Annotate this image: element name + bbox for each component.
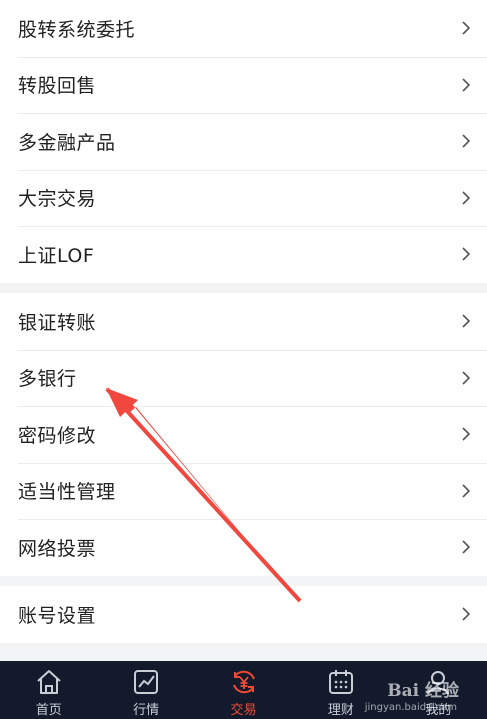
menu-item-label: 上证LOF bbox=[18, 244, 95, 267]
menu-group-account: 银证转账 多银行 密码修改 适当性管理 网络投票 bbox=[0, 293, 487, 576]
watermark-url: jingyan.baidu.com bbox=[364, 702, 457, 713]
home-icon bbox=[37, 670, 61, 694]
tab-label: 行情 bbox=[133, 703, 160, 718]
menu-item-label: 多金融产品 bbox=[18, 131, 116, 154]
menu-group-settings: 账号设置 bbox=[0, 586, 487, 643]
menu-item-label: 适当性管理 bbox=[18, 481, 116, 504]
tab-label: 理财 bbox=[327, 703, 354, 718]
menu-item-bank-securities-transfer[interactable]: 银证转账 bbox=[0, 293, 487, 350]
menu-item-change-password[interactable]: 密码修改 bbox=[0, 406, 487, 463]
tab-home[interactable]: 首页 bbox=[0, 661, 97, 719]
tab-label: 首页 bbox=[35, 703, 62, 718]
menu-item-label: 转股回售 bbox=[18, 75, 97, 98]
tab-market[interactable]: 行情 bbox=[97, 661, 194, 719]
menu-group-trading: 股转系统委托 转股回售 多金融产品 大宗交易 上证LOF bbox=[0, 0, 487, 283]
menu-item-label: 账号设置 bbox=[18, 604, 97, 627]
chevron-right-icon bbox=[462, 371, 471, 385]
chevron-right-icon bbox=[462, 427, 471, 441]
menu-item-block-trade[interactable]: 大宗交易 bbox=[0, 169, 487, 227]
menu-item-label: 大宗交易 bbox=[18, 188, 97, 211]
watermark-brand: Bai 经验 bbox=[387, 681, 459, 701]
chevron-right-icon bbox=[462, 540, 471, 554]
calendar-icon bbox=[328, 670, 353, 694]
chart-icon bbox=[134, 670, 159, 694]
menu-item-online-voting[interactable]: 网络投票 bbox=[0, 519, 487, 576]
menu-item-label: 密码修改 bbox=[18, 424, 97, 447]
menu-item-multi-bank[interactable]: 多银行 bbox=[0, 349, 487, 407]
chevron-right-icon bbox=[462, 484, 471, 498]
tab-trade[interactable]: 交易 bbox=[195, 661, 292, 719]
chevron-right-icon bbox=[462, 21, 471, 35]
menu-item-sh-lof[interactable]: 上证LOF bbox=[0, 226, 487, 283]
menu-item-label: 多银行 bbox=[18, 368, 77, 391]
chevron-right-icon bbox=[462, 134, 471, 148]
menu-item-stock-transfer-system[interactable]: 股转系统委托 bbox=[0, 0, 487, 57]
menu-item-conversion-resale[interactable]: 转股回售 bbox=[0, 56, 487, 114]
chevron-right-icon bbox=[462, 78, 471, 92]
trade-icon bbox=[232, 670, 255, 694]
chevron-right-icon bbox=[462, 191, 471, 205]
menu-item-account-settings[interactable]: 账号设置 bbox=[0, 586, 487, 643]
menu-item-suitability-management[interactable]: 适当性管理 bbox=[0, 462, 487, 520]
tab-label: 交易 bbox=[230, 703, 257, 718]
menu-item-label: 股转系统委托 bbox=[18, 18, 136, 41]
chevron-right-icon bbox=[462, 247, 471, 261]
menu-item-label: 网络投票 bbox=[18, 537, 97, 560]
menu-item-multi-financial-products[interactable]: 多金融产品 bbox=[0, 113, 487, 170]
chevron-right-icon bbox=[462, 607, 471, 621]
chevron-right-icon bbox=[462, 314, 471, 328]
menu-item-label: 银证转账 bbox=[18, 311, 97, 334]
